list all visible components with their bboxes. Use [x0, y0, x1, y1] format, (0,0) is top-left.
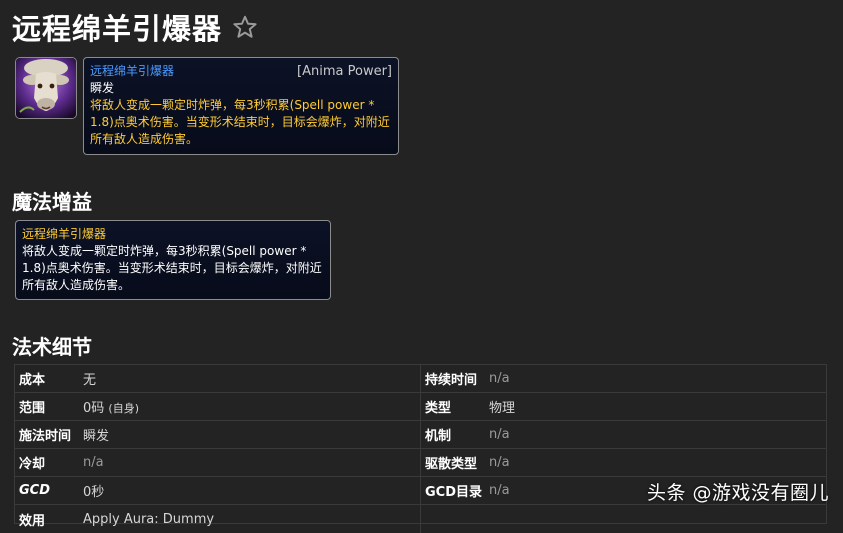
watermark: 头条 @游戏没有圈儿 — [646, 482, 829, 504]
detail-value: 0秒 — [83, 485, 105, 500]
detail-row-duration: 持续时间 n/a — [421, 365, 826, 393]
details-left-column: 成本 无 范围 0码 (自身) 施法时间 瞬发 冷却 n/a GCD 0秒 效用… — [15, 365, 421, 533]
detail-value: 瞬发 — [83, 429, 110, 444]
star-icon[interactable] — [232, 14, 258, 40]
detail-value: n/a — [489, 371, 510, 386]
buff-section-title: 魔法增益 — [12, 190, 92, 214]
detail-label: 成本 — [19, 373, 46, 388]
sheep-icon — [16, 58, 76, 118]
detail-label: 驱散类型 — [425, 457, 478, 472]
spell-tooltip: 远程绵羊引爆器 [Anima Power] 瞬发 将敌人变成一颗定时炸弹，每3秒… — [83, 57, 399, 155]
detail-value: 0码 (自身) — [83, 397, 139, 416]
spell-tooltip-name[interactable]: 远程绵羊引爆器 — [90, 63, 174, 80]
spell-tooltip-tag: [Anima Power] — [297, 64, 392, 79]
detail-label: 效用 — [19, 513, 46, 529]
buff-tooltip-name: 远程绵羊引爆器 — [22, 227, 107, 241]
buff-tooltip: 远程绵羊引爆器 将敌人变成一颗定时炸弹，每3秒积累(Spell power * … — [15, 220, 331, 300]
detail-row-cost: 成本 无 — [15, 365, 420, 393]
detail-row-effect: 效用 Apply Aura: Dummy — [15, 505, 420, 533]
detail-row-school: 类型 物理 — [421, 393, 826, 421]
detail-value: n/a — [489, 483, 510, 498]
detail-label: GCD目录 — [425, 485, 483, 500]
spell-tooltip-description: 将敌人变成一颗定时炸弹，每3秒积累(Spell power * 1.8)点奥术伤… — [90, 98, 390, 146]
detail-label: 持续时间 — [425, 373, 478, 388]
detail-row-cast-time: 施法时间 瞬发 — [15, 421, 420, 449]
detail-label[interactable]: GCD — [15, 483, 83, 498]
detail-row-range: 范围 0码 (自身) — [15, 393, 420, 421]
detail-value: Apply Aura: Dummy — [83, 511, 215, 527]
detail-value: 物理 — [489, 401, 516, 416]
detail-value: n/a — [83, 455, 104, 470]
detail-label: 机制 — [425, 429, 452, 444]
spell-icon[interactable] — [15, 57, 77, 119]
detail-label: 施法时间 — [19, 429, 72, 444]
details-section-title: 法术细节 — [12, 335, 92, 359]
detail-row-gcd: GCD 0秒 — [15, 477, 420, 505]
detail-value: n/a — [489, 455, 510, 470]
range-suffix: (自身) — [108, 402, 140, 415]
detail-row-mechanic: 机制 n/a — [421, 421, 826, 449]
range-value: 0码 — [83, 401, 105, 416]
page-title: 远程绵羊引爆器 — [12, 6, 258, 48]
spell-tooltip-cast: 瞬发 — [90, 81, 115, 95]
page-title-text: 远程绵羊引爆器 — [12, 12, 223, 46]
detail-label: 冷却 — [19, 457, 46, 472]
detail-label: 类型 — [425, 401, 452, 416]
buff-tooltip-description: 将敌人变成一颗定时炸弹，每3秒积累(Spell power * 1.8)点奥术伤… — [22, 244, 322, 292]
detail-row-dispel-type: 驱散类型 n/a — [421, 449, 826, 477]
detail-value: n/a — [489, 427, 510, 442]
detail-row-cooldown: 冷却 n/a — [15, 449, 420, 477]
detail-value: 无 — [83, 373, 97, 388]
detail-label: 范围 — [19, 401, 46, 416]
